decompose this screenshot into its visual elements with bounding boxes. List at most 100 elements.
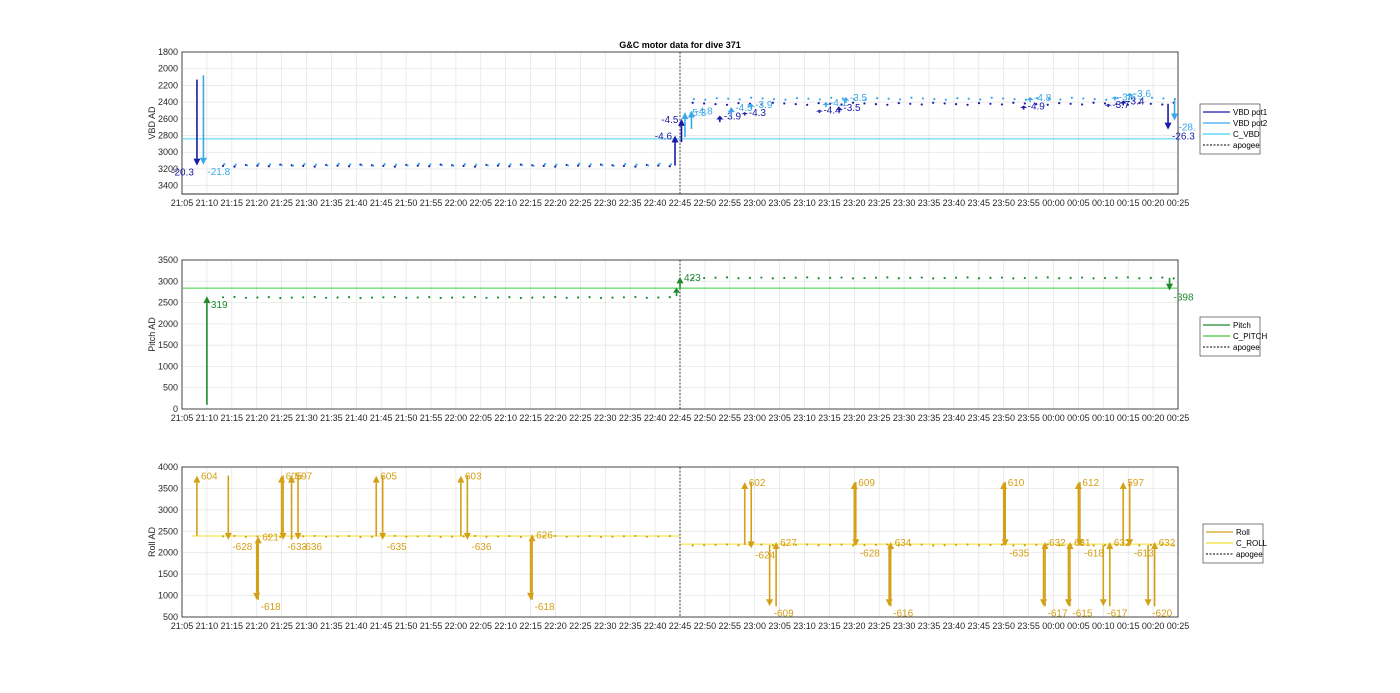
- data-point: [817, 102, 820, 105]
- x-tick-label: 22:10: [494, 198, 517, 208]
- data-point: [989, 102, 992, 105]
- data-point: [704, 98, 707, 101]
- x-tick-label: 22:10: [494, 621, 517, 631]
- data-point: [886, 276, 889, 279]
- data-point: [737, 544, 740, 547]
- data-point: [349, 163, 352, 166]
- y-tick-label: 3500: [158, 255, 178, 265]
- data-point: [794, 276, 797, 279]
- arrow-label: -609: [774, 608, 794, 619]
- data-point: [703, 102, 706, 105]
- x-tick-label: 00:10: [1092, 621, 1115, 631]
- x-tick-label: 21:10: [196, 198, 219, 208]
- arrow-label: -617: [1107, 608, 1127, 619]
- arrow-label: 634: [895, 538, 912, 549]
- data-point: [451, 535, 454, 538]
- data-point: [302, 535, 305, 538]
- data-point: [519, 535, 522, 539]
- data-point: [429, 163, 432, 166]
- x-tick-label: 22:40: [644, 198, 667, 208]
- data-point: [233, 295, 236, 299]
- data-point: [599, 535, 603, 539]
- data-point: [910, 96, 913, 99]
- data-point: [920, 543, 923, 546]
- arrow-label: 609: [858, 478, 875, 489]
- x-tick-label: 23:50: [992, 198, 1015, 208]
- data-point: [508, 534, 511, 538]
- data-point: [256, 164, 259, 167]
- data-point: [416, 535, 419, 538]
- arrow-label: -635: [1009, 548, 1029, 559]
- data-point: [221, 296, 225, 299]
- data-point: [370, 535, 374, 538]
- data-point: [634, 295, 637, 299]
- panel-2: 21:05 21:10 21:15 21:20 21:25 21:30 21:35 21:40…: [147, 255, 1267, 423]
- x-tick-label: 22:25: [569, 621, 592, 631]
- data-point: [646, 164, 650, 167]
- data-point: [954, 276, 958, 279]
- x-tick-label: 21:55: [420, 413, 443, 423]
- data-point: [1046, 276, 1049, 279]
- x-tick-label: 23:55: [1017, 413, 1040, 423]
- data-point: [302, 296, 305, 299]
- data-point: [990, 96, 993, 99]
- data-point: [1012, 277, 1015, 280]
- data-point: [725, 276, 729, 279]
- data-point: [634, 534, 637, 538]
- arrow-label: -4.8: [1034, 93, 1052, 104]
- x-tick-label: 00:15: [1117, 198, 1140, 208]
- arrow-label: -618: [1084, 548, 1104, 559]
- x-tick-label: 22:35: [619, 621, 642, 631]
- y-axis-label: VBD AD: [147, 106, 157, 140]
- x-tick-label: 00:20: [1142, 413, 1165, 423]
- data-point: [909, 102, 912, 105]
- x-tick-label: 22:05: [470, 413, 493, 423]
- x-tick-label: 22:45: [669, 413, 692, 423]
- x-tick-label: 21:25: [270, 413, 293, 423]
- data-point: [509, 163, 512, 166]
- arrow-label: -615: [1072, 608, 1092, 619]
- data-point: [840, 543, 843, 546]
- x-tick-label: 21:25: [270, 198, 293, 208]
- x-tick-label: 21:55: [420, 198, 443, 208]
- arrow-label: 612: [1082, 478, 1099, 489]
- data-point: [645, 535, 648, 538]
- data-point: [462, 164, 465, 168]
- x-tick-label: 21:30: [295, 621, 318, 631]
- data-point: [1161, 103, 1164, 106]
- data-point: [874, 543, 878, 546]
- data-point: [668, 296, 671, 299]
- data-point: [920, 103, 923, 106]
- data-point: [1138, 544, 1141, 547]
- data-point: [394, 163, 398, 166]
- data-point: [748, 276, 752, 279]
- data-point: [360, 163, 363, 167]
- data-point: [784, 98, 787, 101]
- x-tick-label: 23:30: [893, 198, 916, 208]
- data-point: [372, 164, 375, 167]
- x-tick-label: 22:00: [445, 198, 468, 208]
- x-tick-label: 23:45: [968, 413, 991, 423]
- y-tick-label: 1500: [158, 340, 178, 350]
- data-point: [920, 276, 923, 279]
- data-point: [439, 535, 442, 539]
- x-tick-label: 22:15: [519, 621, 542, 631]
- data-point: [668, 534, 671, 538]
- x-tick-label: 21:05: [171, 198, 194, 208]
- x-tick-label: 22:25: [569, 413, 592, 423]
- data-point: [280, 163, 283, 167]
- legend-entry: C_VBD: [1233, 130, 1260, 139]
- data-point: [874, 103, 878, 106]
- data-point: [336, 535, 339, 538]
- data-point: [691, 544, 694, 547]
- data-point: [554, 534, 557, 538]
- x-tick-label: 21:10: [196, 413, 219, 423]
- x-tick-label: 23:50: [992, 621, 1015, 631]
- data-point: [1023, 102, 1026, 105]
- x-tick-label: 22:25: [569, 198, 592, 208]
- data-point: [657, 164, 660, 167]
- data-point: [428, 165, 431, 168]
- arrow-label: -628: [232, 542, 252, 553]
- x-tick-label: 22:45: [669, 621, 692, 631]
- data-point: [886, 543, 889, 546]
